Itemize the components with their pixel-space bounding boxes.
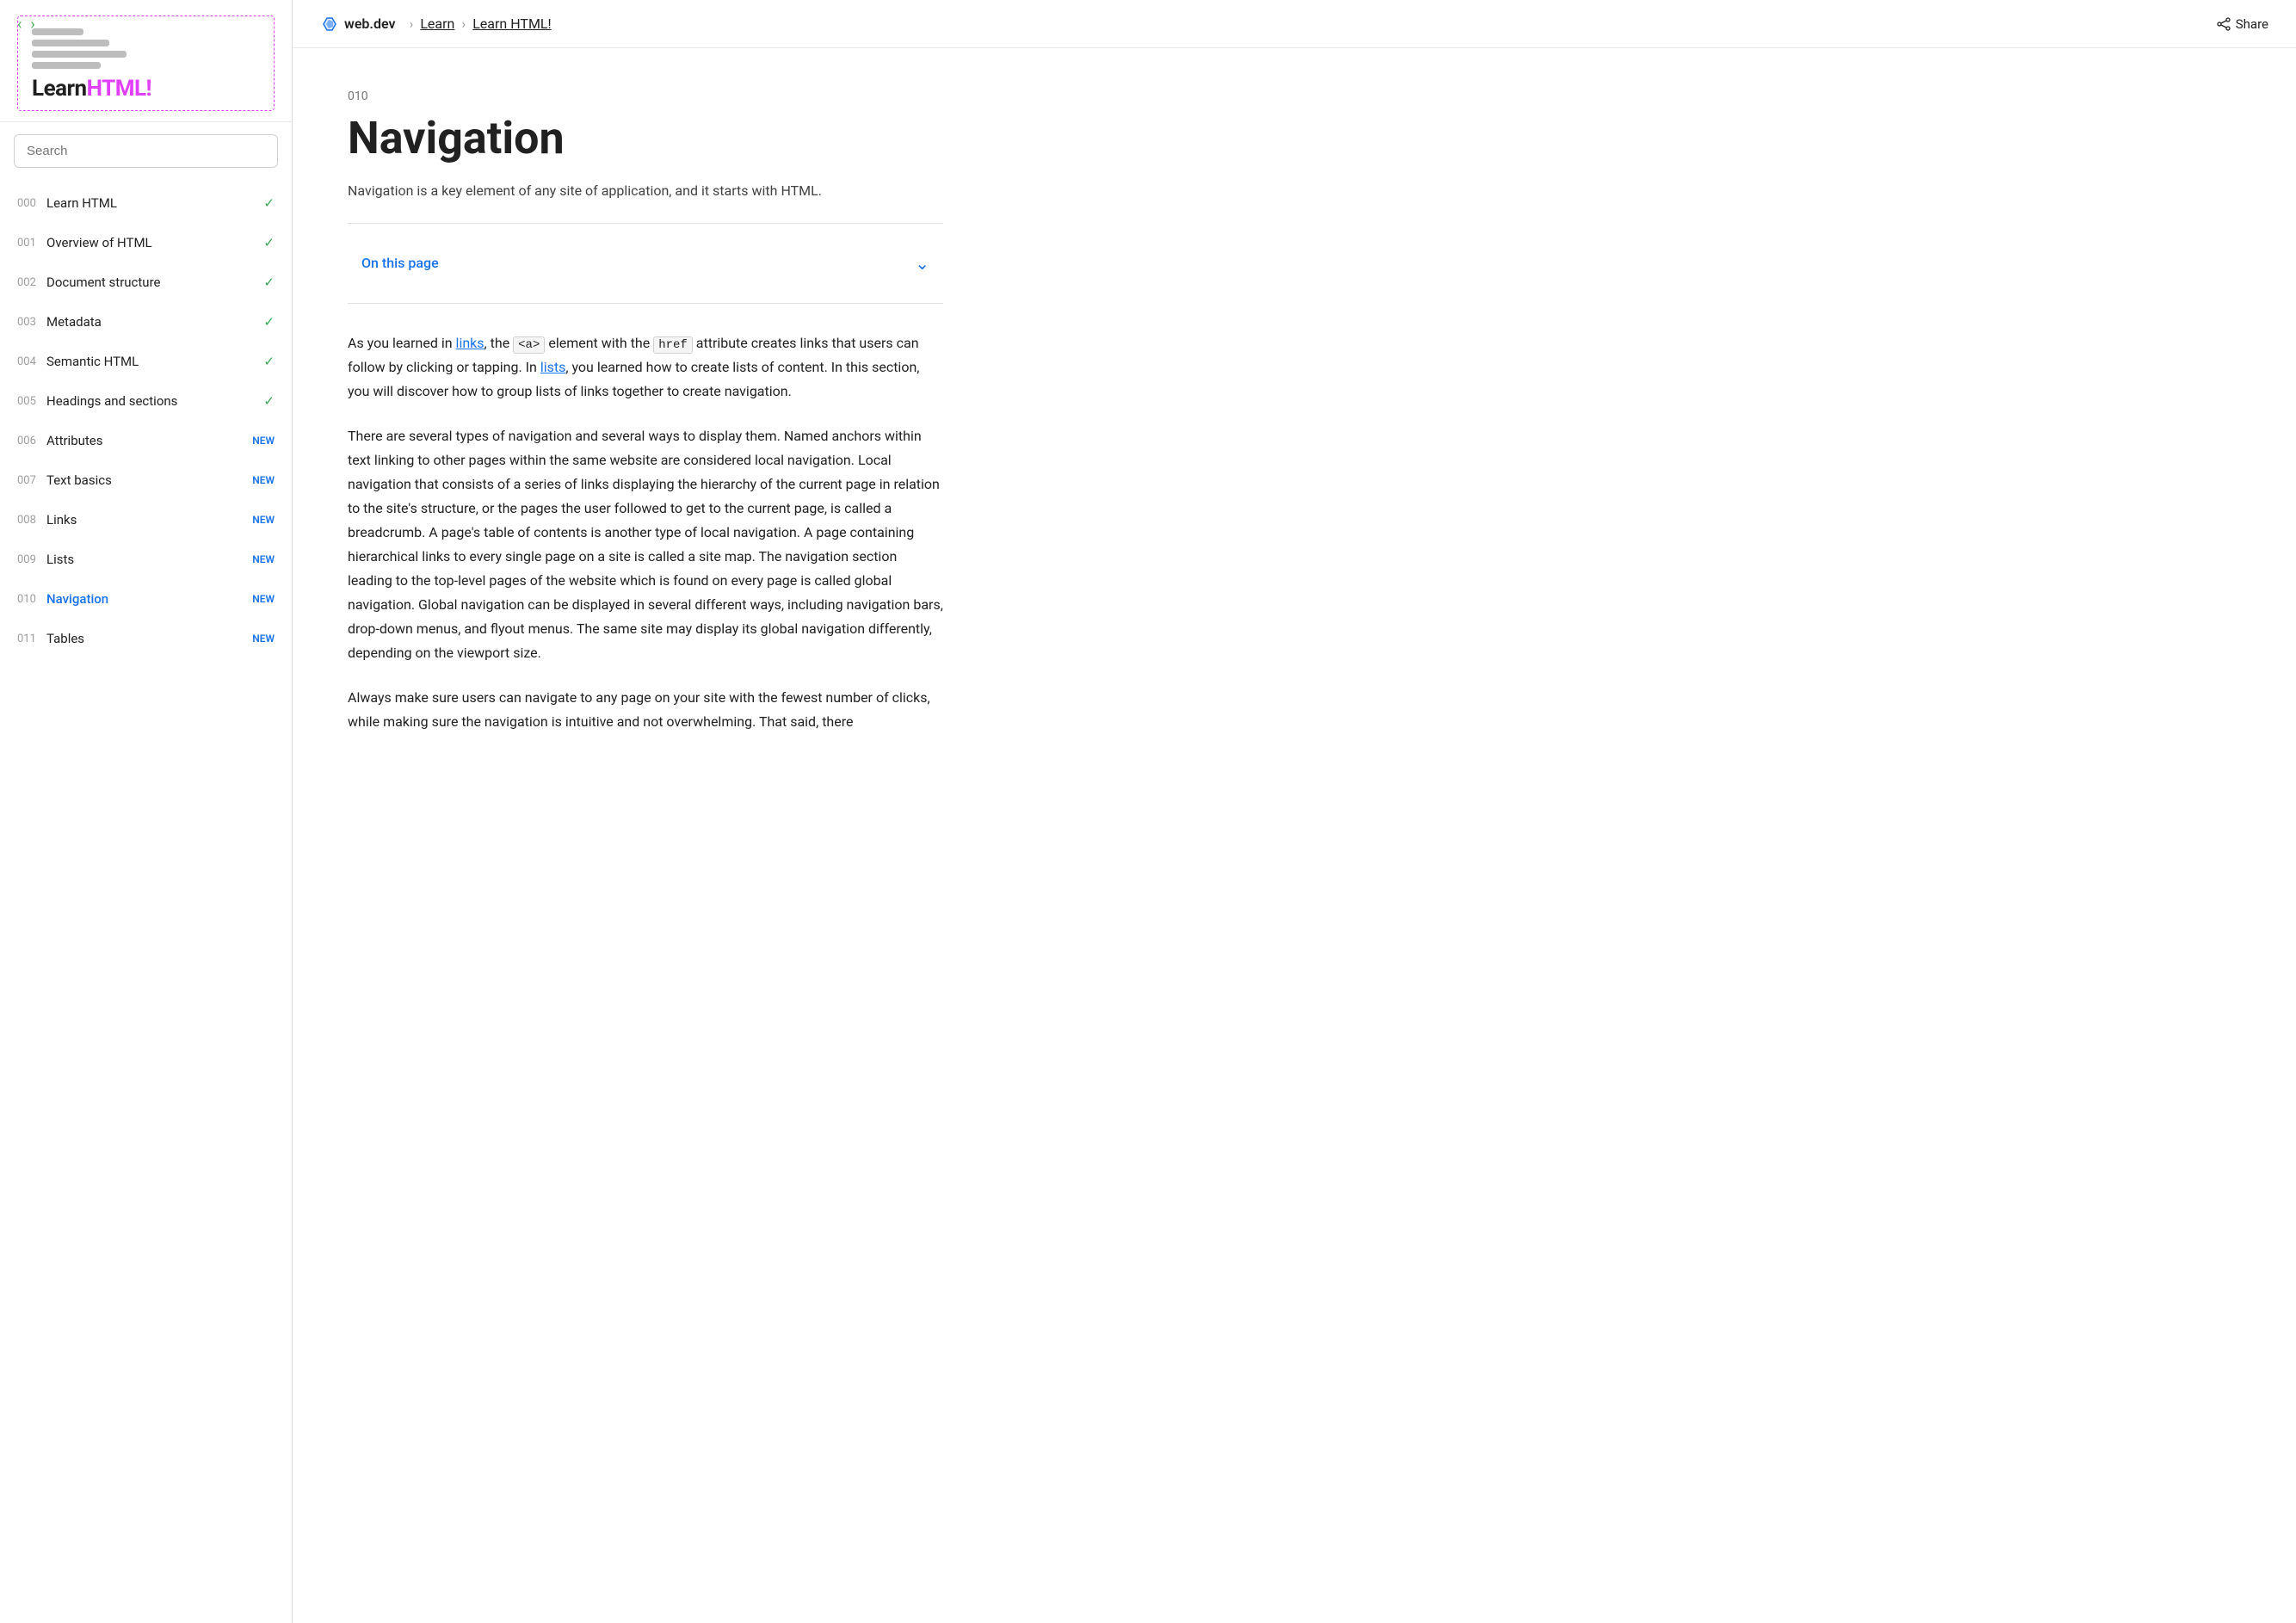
nav-item-005[interactable]: 005Headings and sections ✓ bbox=[0, 381, 292, 421]
nav-item-011[interactable]: 011Tables NEW bbox=[0, 619, 292, 658]
nav-item-001[interactable]: 001Overview of HTML ✓ bbox=[0, 223, 292, 262]
webdev-logo-icon bbox=[320, 15, 339, 34]
topbar-site-name[interactable]: web.dev bbox=[344, 15, 396, 32]
nav-item-007[interactable]: 007Text basics NEW bbox=[0, 460, 292, 500]
new-badge-008: NEW bbox=[252, 514, 275, 526]
nav-item-number-007: 007 bbox=[17, 474, 46, 487]
logo-line-4 bbox=[32, 62, 101, 69]
lists-link[interactable]: lists bbox=[540, 359, 566, 375]
nav-item-003[interactable]: 003Metadata ✓ bbox=[0, 302, 292, 342]
nav-item-label-000: Learn HTML bbox=[46, 195, 258, 211]
nav-item-label-009: Lists bbox=[46, 552, 247, 567]
topbar-sep-1: › bbox=[410, 15, 414, 32]
sidebar: ‹ › LearnHTML! 000Learn HTML✓001Overview… bbox=[0, 0, 293, 1623]
nav-item-label-003: Metadata bbox=[46, 314, 258, 330]
nav-item-number-006: 006 bbox=[17, 435, 46, 447]
logo-line-3 bbox=[32, 51, 127, 58]
logo-line-2 bbox=[32, 40, 109, 46]
article-para-3: Always make sure users can navigate to a… bbox=[348, 686, 943, 734]
nav-item-label-011: Tables bbox=[46, 631, 247, 646]
nav-item-label-010: Navigation bbox=[46, 591, 247, 607]
nav-item-number-008: 008 bbox=[17, 514, 46, 527]
check-icon-005: ✓ bbox=[263, 393, 275, 409]
logo-preview-lines bbox=[32, 28, 260, 69]
share-icon bbox=[2217, 17, 2231, 31]
topbar-logo[interactable]: web.dev bbox=[320, 15, 396, 34]
nav-item-002[interactable]: 002Document structure ✓ bbox=[0, 262, 292, 302]
nav-item-number-009: 009 bbox=[17, 553, 46, 566]
nav-item-number-003: 003 bbox=[17, 316, 46, 329]
nav-item-label-007: Text basics bbox=[46, 472, 247, 488]
nav-item-009[interactable]: 009Lists NEW bbox=[0, 540, 292, 579]
nav-item-010[interactable]: 010Navigation NEW bbox=[0, 579, 292, 619]
topbar-share-button[interactable]: Share bbox=[2217, 16, 2268, 32]
chevron-down-icon: ⌄ bbox=[915, 253, 929, 274]
new-badge-007: NEW bbox=[252, 474, 275, 486]
check-icon-002: ✓ bbox=[263, 275, 275, 290]
new-badge-009: NEW bbox=[252, 553, 275, 565]
nav-item-number-010: 010 bbox=[17, 593, 46, 606]
on-this-page-label: On this page bbox=[361, 255, 439, 271]
article-number: 010 bbox=[348, 89, 943, 103]
check-icon-000: ✓ bbox=[263, 195, 275, 211]
logo-preview-box: LearnHTML! bbox=[17, 15, 275, 111]
links-link[interactable]: links bbox=[456, 335, 485, 351]
new-badge-010: NEW bbox=[252, 593, 275, 605]
nav-item-label-008: Links bbox=[46, 512, 247, 528]
article: 010 Navigation Navigation is a key eleme… bbox=[293, 48, 998, 824]
nav-list: 000Learn HTML✓001Overview of HTML✓002Doc… bbox=[0, 180, 292, 1623]
nav-item-number-001: 001 bbox=[17, 237, 46, 250]
article-subtitle: Navigation is a key element of any site … bbox=[348, 180, 943, 202]
article-para-1: As you learned in links, the <a> element… bbox=[348, 331, 943, 404]
topbar: web.dev › Learn › Learn HTML! Share bbox=[293, 0, 2296, 48]
article-para-2: There are several types of navigation an… bbox=[348, 424, 943, 665]
topbar-learn-link[interactable]: Learn bbox=[420, 15, 454, 32]
sidebar-logo-learn: Learn bbox=[32, 76, 87, 102]
check-icon-004: ✓ bbox=[263, 354, 275, 369]
nav-item-number-002: 002 bbox=[17, 276, 46, 289]
sidebar-logo-html: HTML! bbox=[87, 76, 151, 102]
sidebar-logo-title[interactable]: LearnHTML! bbox=[32, 76, 260, 102]
code-a-tag: <a> bbox=[513, 336, 545, 354]
nav-item-label-004: Semantic HTML bbox=[46, 354, 258, 369]
nav-item-number-000: 000 bbox=[17, 197, 46, 210]
topbar-learn-html-link[interactable]: Learn HTML! bbox=[472, 15, 551, 32]
new-badge-006: NEW bbox=[252, 435, 275, 447]
article-body: As you learned in links, the <a> element… bbox=[348, 331, 943, 735]
nav-item-number-011: 011 bbox=[17, 633, 46, 645]
nav-item-label-006: Attributes bbox=[46, 433, 247, 448]
on-this-page-toggle[interactable]: On this page ⌄ bbox=[348, 241, 943, 286]
nav-item-label-002: Document structure bbox=[46, 275, 258, 290]
divider-top bbox=[348, 223, 943, 224]
nav-item-label-005: Headings and sections bbox=[46, 393, 258, 409]
logo-line-1 bbox=[32, 28, 83, 35]
share-label: Share bbox=[2236, 16, 2268, 32]
nav-item-number-004: 004 bbox=[17, 355, 46, 368]
check-icon-003: ✓ bbox=[263, 314, 275, 330]
check-icon-001: ✓ bbox=[263, 235, 275, 250]
search-input[interactable] bbox=[14, 134, 278, 168]
main-content: web.dev › Learn › Learn HTML! Share 010 … bbox=[293, 0, 2296, 1623]
topbar-sep-2: › bbox=[461, 15, 466, 32]
search-area bbox=[0, 122, 292, 180]
sidebar-logo-area: ‹ › LearnHTML! bbox=[0, 0, 292, 122]
nav-item-number-005: 005 bbox=[17, 395, 46, 408]
nav-item-008[interactable]: 008Links NEW bbox=[0, 500, 292, 540]
code-href-attr: href bbox=[653, 336, 693, 354]
nav-item-000[interactable]: 000Learn HTML ✓ bbox=[0, 183, 292, 223]
divider-bottom bbox=[348, 303, 943, 304]
new-badge-011: NEW bbox=[252, 633, 275, 645]
nav-item-006[interactable]: 006Attributes NEW bbox=[0, 421, 292, 460]
article-title: Navigation bbox=[348, 114, 943, 163]
nav-item-004[interactable]: 004Semantic HTML ✓ bbox=[0, 342, 292, 381]
nav-item-label-001: Overview of HTML bbox=[46, 235, 258, 250]
